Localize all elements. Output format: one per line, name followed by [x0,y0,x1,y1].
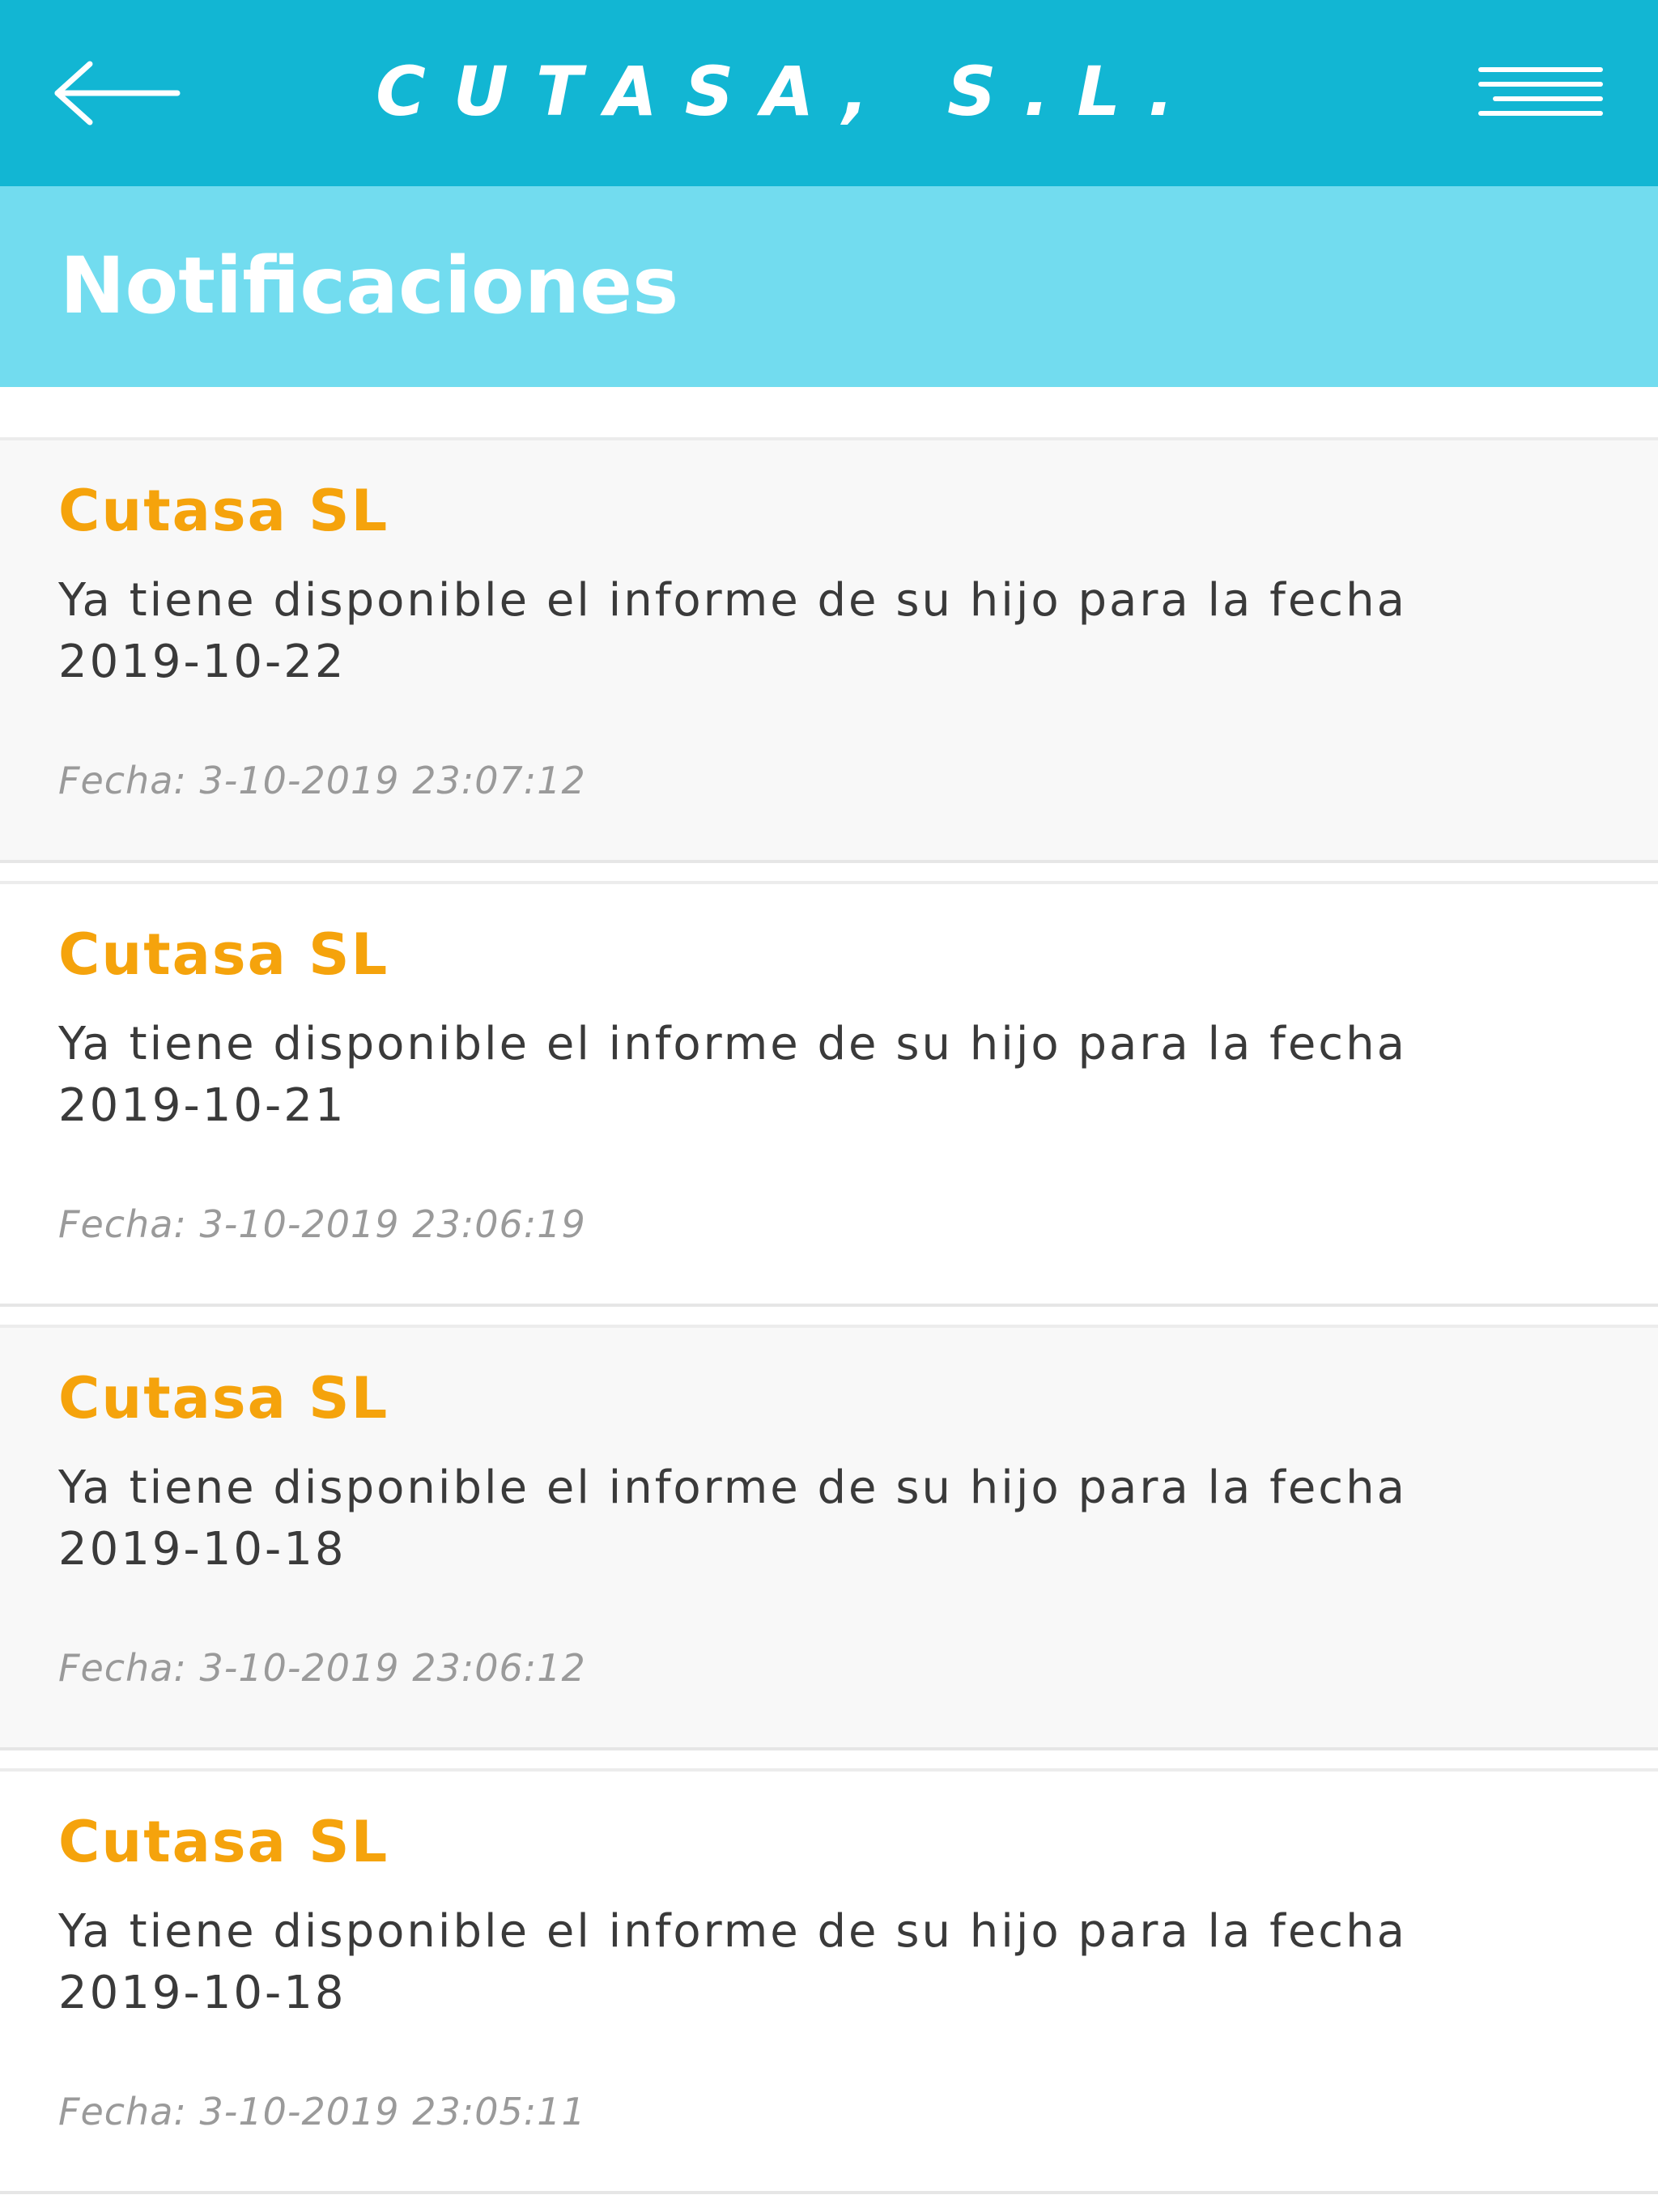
notification-card[interactable]: Cutasa SL Ya tiene disponible el informe… [0,1325,1658,1750]
notification-timestamp: Fecha: 3-10-2019 23:07:12 [58,759,586,802]
notification-sender: Cutasa SL [58,1365,389,1431]
notification-message: Ya tiene disponible el informe de su hij… [58,574,1407,688]
notification-sender: Cutasa SL [58,478,389,544]
menu-button[interactable] [1472,49,1609,138]
notification-message: Ya tiene disponible el informe de su hij… [58,1905,1407,2019]
app-title: CUTASA, S.L. [376,52,1201,131]
notification-card[interactable]: Cutasa SL Ya tiene disponible el informe… [0,881,1658,1307]
page-title: Notificaciones [60,240,679,331]
notification-timestamp: Fecha: 3-10-2019 23:05:11 [58,2090,586,2133]
notification-card[interactable]: Cutasa SL Ya tiene disponible el informe… [0,437,1658,863]
section-header: Notificaciones [0,186,1658,387]
notification-message: Ya tiene disponible el informe de su hij… [58,1018,1407,1132]
notification-sender: Cutasa SL [58,1809,389,1875]
notification-timestamp: Fecha: 3-10-2019 23:06:19 [58,1202,586,1246]
notification-card[interactable]: Cutasa SL Ya tiene disponible el informe… [0,1768,1658,2194]
notification-list[interactable]: Cutasa SL Ya tiene disponible el informe… [0,387,1658,2212]
notification-message: Ya tiene disponible el informe de su hij… [58,1461,1407,1576]
app-header: CUTASA, S.L. [0,0,1658,186]
hamburger-menu-icon [1478,67,1603,116]
notification-sender: Cutasa SL [58,921,389,988]
notification-timestamp: Fecha: 3-10-2019 23:06:12 [58,1646,586,1690]
